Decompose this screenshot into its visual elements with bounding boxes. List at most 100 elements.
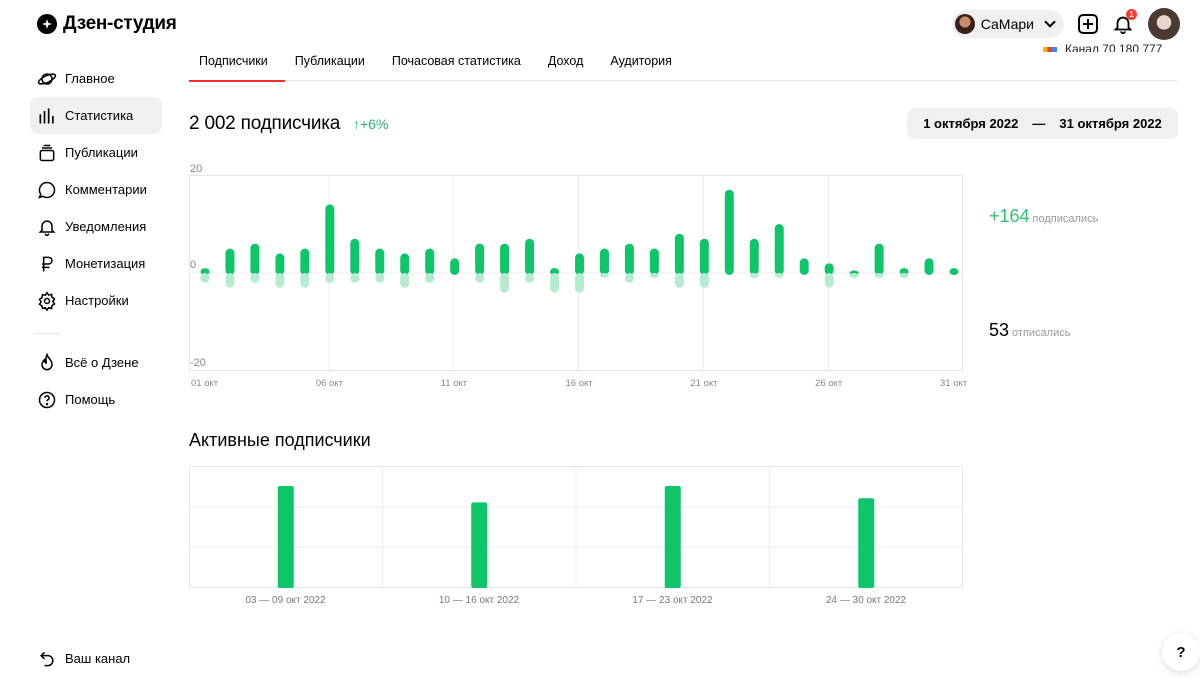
date-range-picker[interactable]: 1 октября 2022 — 31 октября 2022	[907, 108, 1178, 139]
tab-income[interactable]: Доход	[538, 40, 601, 81]
subscribed-bar	[674, 233, 684, 275]
x-tick-label: 31 окт	[940, 378, 968, 389]
subscribed-bar	[525, 238, 535, 275]
subscribed-bar	[350, 238, 360, 275]
unsubscribed-bar	[550, 273, 560, 293]
sidebar-item-label: Помощь	[65, 392, 116, 407]
unsubscribed-bar	[250, 273, 260, 283]
unsubscribed-bar	[874, 273, 884, 278]
notification-badge: 1	[1126, 9, 1137, 20]
create-button[interactable]	[1078, 14, 1098, 34]
tab-audience[interactable]: Аудитория	[600, 40, 689, 81]
help-button[interactable]: ?	[1162, 633, 1200, 671]
subscribed-bar	[599, 248, 609, 275]
sidebar-item-main[interactable]: Главное	[30, 60, 162, 97]
user-avatar[interactable]	[1148, 8, 1180, 40]
sidebar-item-label: Настройки	[65, 293, 129, 308]
sidebar-item-monetization[interactable]: Монетизация	[30, 245, 162, 282]
sidebar-item-settings[interactable]: Настройки	[30, 282, 162, 319]
tab-publications[interactable]: Публикации	[285, 40, 382, 81]
x-tick-label: 01 окт	[191, 378, 219, 389]
active-bar	[664, 486, 681, 588]
x-tick-label: 16 окт	[565, 378, 593, 389]
notifications-button[interactable]: 1	[1112, 9, 1137, 35]
unsubscribed-bar	[500, 273, 510, 293]
unsubscribed-bar	[225, 273, 235, 288]
sidebar-item-statistics[interactable]: Статистика	[30, 97, 162, 134]
subscribed-bar	[649, 248, 659, 275]
sidebar-item-label: Комментарии	[65, 182, 147, 197]
active-subscribers-chart	[189, 466, 963, 588]
week-label: 17 — 23 окт 2022	[632, 595, 713, 606]
ruble-icon	[37, 254, 57, 274]
unsubscribed-bar	[375, 273, 385, 283]
tab-hourly[interactable]: Почасовая статистика	[382, 40, 538, 81]
stack-icon	[37, 143, 57, 163]
unsubscribed-value: 53	[989, 320, 1010, 340]
subscribed-bar	[774, 224, 784, 275]
week-label: 10 — 16 окт 2022	[438, 595, 520, 606]
subscribed-bar	[874, 243, 884, 275]
unsubscribed-bar	[200, 273, 210, 283]
unsubscribed-bar	[699, 273, 709, 288]
x-tick-label: 06 окт	[315, 378, 343, 389]
sidebar-item-publications[interactable]: Публикации	[30, 134, 162, 171]
subscribed-bar	[924, 258, 934, 275]
unsubscribed-bar	[275, 273, 285, 288]
channel-switcher[interactable]: СаМари	[951, 10, 1064, 38]
app-logo[interactable]: Дзен-студия	[37, 13, 177, 35]
tab-subscribers[interactable]: Подписчики	[189, 40, 285, 82]
date-separator: —	[1032, 116, 1046, 131]
unsubscribed-bar	[575, 273, 584, 293]
subscribers-growth: ↑+6%	[353, 116, 389, 132]
sidebar-item-comments[interactable]: Комментарии	[30, 171, 162, 208]
sidebar-item-about[interactable]: Всё о Дзене	[30, 344, 162, 381]
flame-icon	[37, 352, 57, 373]
x-tick-label: 11 окт	[440, 378, 468, 389]
active-bar	[858, 498, 875, 588]
zen-logo-icon	[37, 14, 57, 34]
x-tick-label: 21 окт	[690, 378, 718, 389]
unsubscribed-bar	[599, 273, 609, 278]
week-label: 24 — 30 окт 2022	[825, 595, 907, 606]
unsubscribed-bar	[425, 273, 435, 283]
your-channel-label: Ваш канал	[65, 651, 131, 666]
x-tick-label: 26 окт	[815, 378, 843, 389]
unsubscribed-bar	[674, 273, 684, 288]
subscribed-bar	[275, 253, 285, 275]
sidebar-item-notifications[interactable]: Уведомления	[30, 208, 162, 245]
subscribed-bar	[225, 248, 235, 275]
subscribed-bar	[500, 243, 510, 275]
sidebar-bottom: Ваш канал	[30, 640, 137, 677]
unsubscribed-bar	[350, 273, 360, 283]
subscribers-total: 2 002 подписчика	[189, 113, 341, 134]
sidebar-item-help[interactable]: Помощь	[30, 381, 162, 418]
sidebar-item-label: Всё о Дзене	[65, 355, 139, 370]
sidebar-item-label: Публикации	[65, 145, 138, 160]
header-actions: СаМари 1	[951, 8, 1180, 40]
your-channel-link[interactable]: Ваш канал	[30, 640, 137, 677]
subscribed-bar	[724, 189, 734, 275]
unsubscribed-bar	[649, 273, 659, 278]
unsubscribed-bar	[774, 273, 784, 278]
unsubscribed-bar	[325, 273, 335, 283]
unsubscribed-bar	[300, 273, 310, 288]
subscribed-label: подписались	[1032, 213, 1099, 225]
unsubscribed-stat: 53 отписались	[989, 320, 1070, 341]
y-tick-label: -20	[190, 357, 206, 369]
subscribers-chart	[189, 175, 963, 371]
app-title: Дзен-студия	[63, 13, 177, 34]
unsubscribed-bar	[400, 273, 410, 288]
subscribed-stat: +164 подписались	[989, 206, 1098, 227]
subscribed-value: +164	[989, 206, 1030, 226]
unsubscribed-bar	[899, 273, 909, 278]
date-from: 1 октября 2022	[923, 116, 1019, 131]
unsubscribed-bar	[624, 273, 634, 283]
stats-tabs: Подписчики Публикации Почасовая статисти…	[189, 40, 1178, 82]
unsubscribed-label: отписались	[1012, 327, 1071, 339]
subscribed-bar	[325, 204, 335, 275]
unsubscribed-bar	[849, 273, 859, 278]
channel-avatar	[954, 14, 975, 34]
subscribed-bar	[475, 243, 485, 275]
back-arrow-icon	[37, 649, 57, 669]
